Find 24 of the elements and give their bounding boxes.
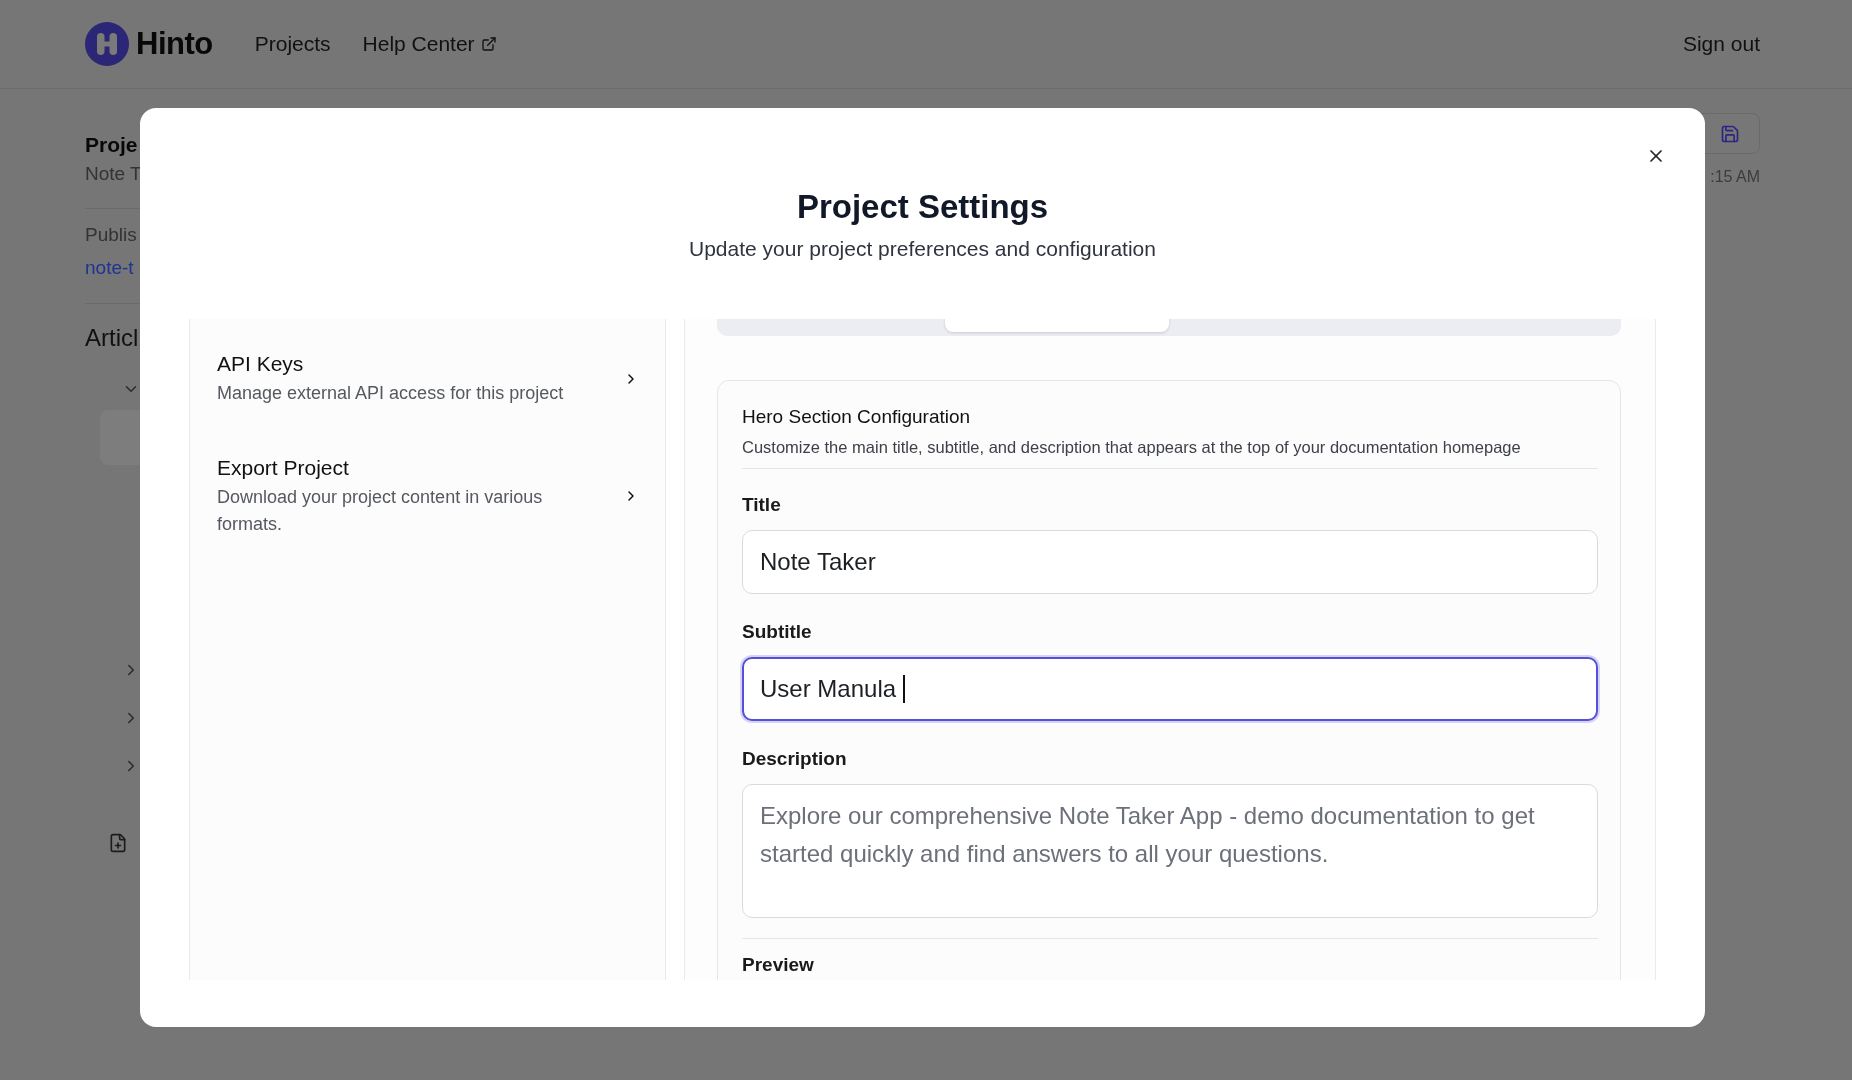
nav-link[interactable]: Help Center [362,32,497,56]
settings-menu-item[interactable]: Export Project Download your project content in various formats. [217,454,639,538]
textarea-field[interactable]: Explore our comprehensive Note Taker App - demo documentation to get started quickly and find answers to all your questions. [742,784,1598,918]
input-field[interactable]: User Manula [742,657,1598,721]
dialog-title: Project Settings [796,187,1049,227]
card-description: Customize the main title, subtitle, and description that appears at the top of your documentation homepage [742,437,1522,458]
input-field[interactable]: Note Taker [742,530,1598,594]
nav-link[interactable]: Projects [254,32,331,56]
card-title: Hero Section Configuration [742,405,972,429]
field-label: Title [742,493,782,517]
published-label: Publis [85,223,138,247]
field-label: Description [742,747,848,771]
section-heading: Articl [85,323,140,353]
field-label: Subtitle [742,620,813,644]
brand-name: Hinto [136,26,213,62]
logo-icon [85,22,129,66]
save-icon [1720,123,1740,144]
preview-label: Preview [742,955,815,975]
settings-menu-item[interactable]: API Keys Manage external API access for this project [217,350,639,407]
dialog-subtitle: Update your project preferences and configuration [689,236,1156,262]
sign-out-link[interactable]: Sign out [1682,32,1760,56]
file-plus-icon[interactable] [108,833,128,853]
timestamp: :15 AM [1710,167,1760,187]
project-title: Proje [85,132,139,158]
